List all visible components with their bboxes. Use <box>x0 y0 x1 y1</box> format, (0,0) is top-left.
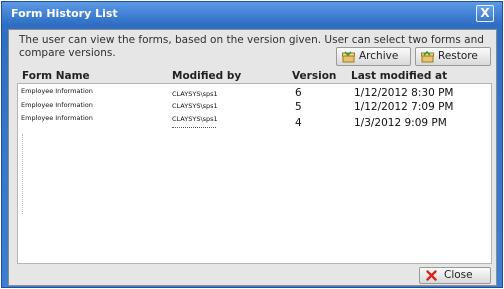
column-header-version[interactable]: Version <box>292 70 336 82</box>
dialog-content: The user can view the forms, based on th… <box>8 29 497 286</box>
cell-last-modified: 1/12/2012 7:09 PM <box>354 101 454 113</box>
window-close-button[interactable]: X <box>476 5 494 22</box>
close-button[interactable]: Close <box>419 267 491 284</box>
column-header-form-name[interactable]: Form Name <box>22 70 90 82</box>
cell-version: 6 <box>295 87 302 99</box>
close-icon <box>426 270 437 281</box>
cell-form-name: Employee Information <box>21 114 93 122</box>
cell-modified-by: CLAYSYS\sps1 <box>172 115 218 123</box>
tree-guide-line <box>22 134 24 214</box>
archive-label: Archive <box>359 50 399 62</box>
cell-last-modified: 1/3/2012 9:09 PM <box>354 117 447 129</box>
cell-last-modified: 1/12/2012 8:30 PM <box>354 87 454 99</box>
form-history-dialog: Form History List X The user can view th… <box>1 1 503 288</box>
cell-version: 5 <box>295 101 302 113</box>
restore-button[interactable]: Restore <box>415 47 491 66</box>
column-header-modified-by[interactable]: Modified by <box>172 70 241 82</box>
restore-icon <box>421 50 434 63</box>
cell-version: 4 <box>295 117 302 129</box>
restore-label: Restore <box>438 50 478 62</box>
dialog-title: Form History List <box>11 7 118 20</box>
cell-modified-by: CLAYSYS\sps1 <box>172 102 218 110</box>
table-header: Form Name Modified by Version Last modif… <box>9 69 496 83</box>
table-row[interactable]: Employee Information CLAYSYS\sps1 4 1/3/… <box>18 114 491 131</box>
close-label: Close <box>444 269 473 281</box>
archive-icon <box>342 51 355 63</box>
cell-form-name: Employee Information <box>21 87 93 95</box>
column-header-last-modified[interactable]: Last modified at <box>351 70 447 82</box>
cell-modified-by: CLAYSYS\sps1 <box>172 90 218 98</box>
title-bar[interactable]: Form History List X <box>2 2 502 26</box>
archive-button[interactable]: Archive <box>336 47 411 66</box>
form-history-list[interactable]: Employee Information CLAYSYS\sps1 6 1/12… <box>17 83 492 264</box>
cell-form-name: Employee Information <box>21 101 93 109</box>
row-divider <box>172 127 216 128</box>
